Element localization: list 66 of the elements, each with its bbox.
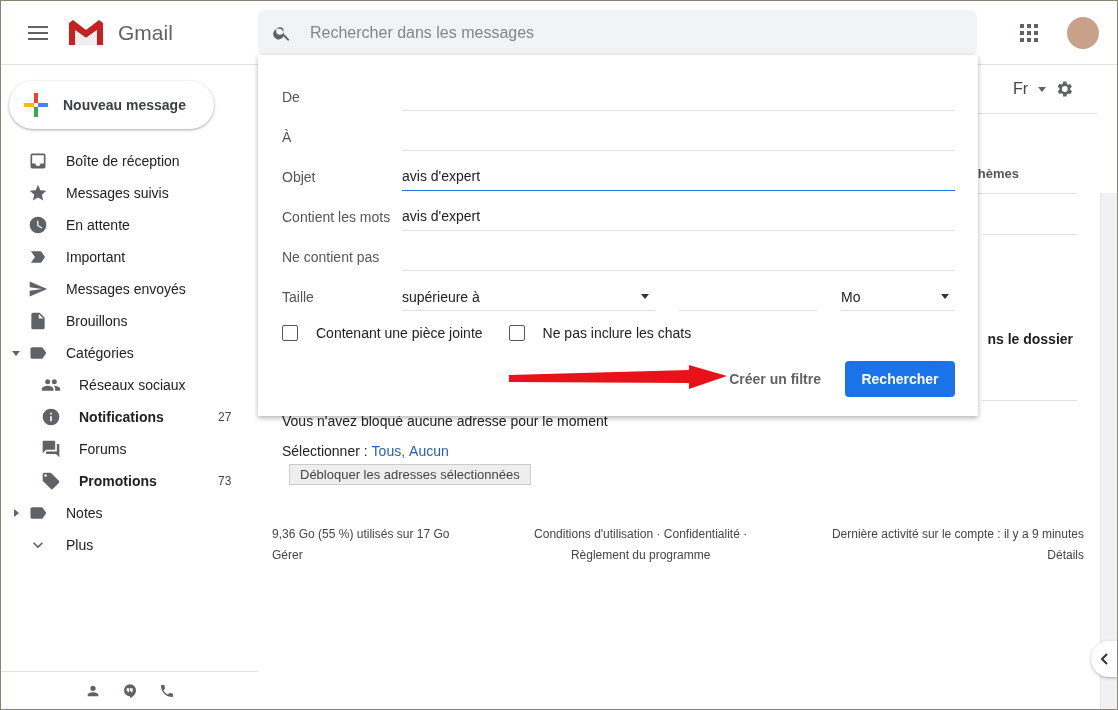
document-icon: [28, 311, 48, 331]
section-heading: ns le dossier: [987, 331, 1073, 347]
field-label: Ne contient pas: [282, 249, 381, 267]
scroll-bar[interactable]: [1100, 193, 1117, 709]
chat-bubbles-icon: [41, 439, 61, 459]
language-selector[interactable]: Fr: [1012, 80, 1028, 98]
search-button[interactable]: Rechercher: [845, 361, 955, 397]
sidebar-item[interactable]: Plus: [1, 529, 258, 561]
field-label: Objet: [282, 169, 317, 187]
inbox-icon: [28, 151, 48, 171]
compose-button[interactable]: Nouveau message: [9, 81, 214, 129]
apps-grid-icon[interactable]: [1020, 23, 1038, 42]
details-link[interactable]: Détails: [1047, 548, 1084, 562]
caret-icon: [941, 294, 949, 299]
quote-bubble-icon[interactable]: [121, 683, 138, 699]
plus-icon: [24, 93, 48, 117]
chevron-left-icon: [1100, 653, 1108, 665]
sidebar-item[interactable]: Réseaux sociaux: [1, 369, 258, 401]
tag-icon: [41, 471, 61, 491]
phone-icon[interactable]: [158, 683, 175, 699]
menu-icon[interactable]: [28, 25, 48, 40]
checkbox-label: Ne pas inclure les chats: [542, 325, 692, 341]
field-label: À: [282, 129, 293, 147]
sidebar-item[interactable]: Brouillons: [1, 305, 258, 337]
empty-message: Vous n'avez bloqué aucune adresse pour le moment: [282, 413, 609, 429]
checkbox-label: Contenant une pièce jointe: [316, 325, 483, 341]
field-label: Taille: [282, 289, 315, 307]
envelope-logo-icon: [67, 18, 105, 47]
select-link[interactable]: Aucun: [409, 443, 449, 459]
checkbox[interactable]: [508, 325, 525, 341]
select-link[interactable]: Tous,: [371, 443, 406, 459]
field-label: Contient les mots: [282, 209, 392, 227]
side-panel-toggle[interactable]: [1091, 641, 1117, 677]
checkbox[interactable]: [282, 325, 298, 341]
tab[interactable]: hèmes: [977, 166, 1019, 181]
search-field[interactable]: Rechercher dans les messages: [258, 10, 977, 56]
sidebar-item[interactable]: Messages envoyés: [1, 273, 258, 305]
storage-usage: 9,36 Go (55 %) utilisés sur 17 Go: [272, 527, 450, 541]
sidebar-item[interactable]: Messages suivis: [1, 177, 258, 209]
sidebar-item[interactable]: Catégories: [1, 337, 258, 369]
send-icon: [28, 279, 48, 299]
sidebar-item[interactable]: Promotions 73: [1, 465, 258, 497]
unblock-button[interactable]: Débloquer les adresses sélectionnées: [289, 464, 531, 485]
sidebar-item[interactable]: Important: [1, 241, 258, 273]
sidebar-item[interactable]: En attente: [1, 209, 258, 241]
size-comparator-dropdown[interactable]: supérieure à: [402, 283, 655, 311]
sidebar-item[interactable]: Notifications 27: [1, 401, 258, 433]
create-filter-button[interactable]: Créer un filtre: [729, 371, 821, 387]
sidebar-item[interactable]: Boîte de réception: [1, 145, 258, 177]
size-unit-dropdown[interactable]: Mo: [841, 283, 955, 311]
app-name: Gmail: [118, 20, 173, 45]
caret-icon[interactable]: [1038, 86, 1046, 92]
star-icon: [28, 183, 48, 203]
terms-links[interactable]: Conditions d'utilisation · Confidentialité ·: [534, 527, 748, 541]
field-label: De: [282, 89, 301, 107]
sidebar-item[interactable]: Notes: [1, 497, 258, 529]
program-policy-link[interactable]: Règlement du programme: [570, 548, 711, 562]
last-activity: Dernière activité sur le compte : il y a 9 minutes: [831, 527, 1084, 541]
select-label: Sélectionner :: [282, 443, 368, 459]
info-icon: [41, 407, 61, 427]
caret-icon[interactable]: [12, 349, 20, 357]
clock-icon: [28, 215, 48, 235]
caret-icon: [641, 294, 649, 299]
manage-link[interactable]: Gérer: [272, 548, 450, 562]
caret-icon[interactable]: [12, 509, 20, 517]
sidebar-item[interactable]: Forums: [1, 433, 258, 465]
